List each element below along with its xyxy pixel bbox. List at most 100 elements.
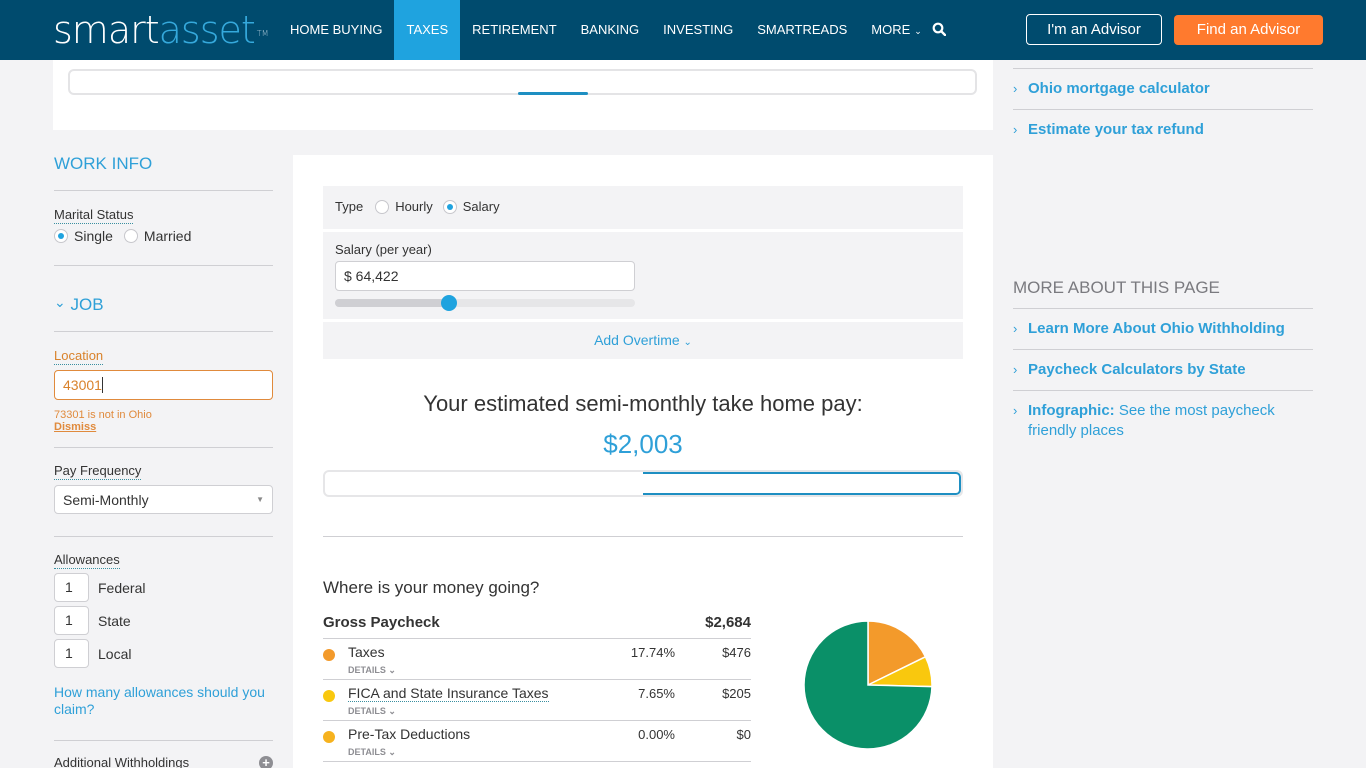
details-toggle[interactable]: DETAILS ⌄ xyxy=(348,706,396,717)
ohio-withholding-link[interactable]: › Learn More About Ohio Withholding xyxy=(1013,319,1313,339)
radio-single[interactable] xyxy=(54,229,68,243)
radio-hourly[interactable] xyxy=(375,199,390,214)
salary-label: Salary (per year) xyxy=(335,242,432,257)
overtime-panel: Add Overtime ⌄ xyxy=(323,322,963,359)
federal-allowance-label: Federal xyxy=(98,579,146,596)
marital-status-label: Marital Status xyxy=(54,207,134,224)
nav-smartreads[interactable]: SmartReads xyxy=(745,0,859,60)
chevron-down-icon: ⌄ xyxy=(388,747,396,757)
salary-value: $ 64,422 xyxy=(344,268,399,284)
local-allowance-input[interactable]: 1 xyxy=(54,639,89,668)
salary-panel: Salary (per year) $ 64,422 xyxy=(323,232,963,319)
chevron-down-icon: ⌄ xyxy=(388,665,396,675)
link-label: Ohio mortgage calculator xyxy=(1028,80,1210,97)
chevron-down-icon: ⌄ xyxy=(914,26,922,36)
allowances-label: Allowances xyxy=(54,552,120,569)
legend-dot-pretax xyxy=(323,731,335,743)
smartasset-logo[interactable]: smartasset TM xyxy=(53,8,269,52)
infographic-link[interactable]: › Infographic: See the most paycheck fri… xyxy=(1013,401,1313,441)
pay-frequency-label: Pay Frequency xyxy=(54,463,142,480)
nav-label: More xyxy=(871,22,911,37)
federal-allowance-input[interactable]: 1 xyxy=(54,573,89,602)
radio-single-label: Single xyxy=(74,228,113,244)
nav-taxes[interactable]: Taxes xyxy=(394,0,461,60)
divider xyxy=(1013,109,1313,110)
row-name: Pre-Tax Deductions xyxy=(348,726,471,742)
tax-refund-link[interactable]: › Estimate your tax refund xyxy=(1013,120,1313,140)
legend-dot-taxes xyxy=(323,649,335,661)
plus-circle-icon[interactable]: + xyxy=(259,756,273,768)
chevron-right-icon: › xyxy=(1013,122,1018,137)
nav-investing[interactable]: Investing xyxy=(651,0,745,60)
divider xyxy=(1013,68,1313,69)
location-input[interactable]: 43001 xyxy=(54,370,273,400)
divider xyxy=(54,740,273,741)
state-allowance-input[interactable]: 1 xyxy=(54,606,89,635)
nav-home-buying[interactable]: Home Buying xyxy=(278,0,394,60)
nav-label: Home Buying xyxy=(290,22,383,37)
take-home-progress-fill xyxy=(643,472,961,495)
divider xyxy=(54,331,273,332)
pay-frequency-value: Semi-Monthly xyxy=(63,491,149,508)
nav-label: Retirement xyxy=(472,22,557,37)
paycheck-by-state-link[interactable]: › Paycheck Calculators by State xyxy=(1013,360,1313,380)
state-allowance-label: State xyxy=(98,612,131,629)
paycheck-pie-chart xyxy=(803,620,933,750)
nav-retirement[interactable]: Retirement xyxy=(460,0,569,60)
marital-status-radio-group: Single Married xyxy=(54,228,273,244)
nav-more[interactable]: More ⌄ xyxy=(859,0,934,60)
divider xyxy=(54,536,273,537)
job-title: JOB xyxy=(70,295,104,314)
chevron-right-icon: › xyxy=(1013,321,1018,336)
add-overtime-link[interactable]: Add Overtime ⌄ xyxy=(323,322,963,361)
location-value: 43001 xyxy=(63,377,102,393)
more-about-title: MORE ABOUT THIS PAGE xyxy=(1013,278,1220,297)
row-name: FICA and State Insurance Taxes xyxy=(348,685,549,702)
location-error: 73301 is not in Ohio xyxy=(54,409,152,421)
nav-label: SmartReads xyxy=(757,22,848,37)
details-toggle[interactable]: DETAILS ⌄ xyxy=(348,747,396,758)
paycheck-breakdown-table: Gross Paycheck $2,684 Taxes 17.74% $476 … xyxy=(323,611,751,762)
im-an-advisor-button[interactable]: I'm an Advisor xyxy=(1026,14,1162,45)
nav-label: Investing xyxy=(663,22,734,37)
gross-paycheck-amount: $2,684 xyxy=(705,614,751,631)
radio-married[interactable] xyxy=(123,229,138,243)
infographic-bold: Infographic: xyxy=(1028,402,1115,419)
breakdown-row-taxes: Taxes 17.74% $476 DETAILS ⌄ xyxy=(323,639,751,680)
ohio-mortgage-link[interactable]: › Ohio mortgage calculator xyxy=(1013,79,1313,99)
location-label: Location xyxy=(54,348,104,365)
take-home-progress-bar xyxy=(323,470,963,497)
salary-input[interactable]: $ 64,422 xyxy=(335,261,635,291)
logo-trademark: TM xyxy=(256,29,269,38)
divider xyxy=(54,265,273,266)
allowance-row-federal: 1 Federal xyxy=(54,573,273,602)
work-info-title: WORK INFO xyxy=(54,154,153,173)
logo-asset: asset xyxy=(158,8,256,52)
logo-smart: smart xyxy=(53,8,160,52)
allowances-help-link[interactable]: How many allowances should you claim? xyxy=(54,684,273,718)
additional-withholdings-row[interactable]: Additional Withholdings + xyxy=(54,755,273,768)
local-allowance-label: Local xyxy=(98,645,132,662)
pay-frequency-select[interactable]: Semi-Monthly ▼ xyxy=(54,485,273,514)
link-label: Estimate your tax refund xyxy=(1028,121,1204,138)
salary-slider-handle[interactable] xyxy=(441,295,457,311)
nav-banking[interactable]: Banking xyxy=(569,0,652,60)
dropdown-arrow-icon: ▼ xyxy=(256,495,264,504)
details-label: DETAILS xyxy=(348,747,386,757)
chevron-down-icon: ⌄ xyxy=(683,337,692,348)
chevron-right-icon: › xyxy=(1013,403,1018,418)
legend-dot-fica xyxy=(323,690,335,702)
dismiss-link[interactable]: Dismiss xyxy=(54,421,96,433)
salary-slider[interactable] xyxy=(335,295,635,311)
details-label: DETAILS xyxy=(348,706,386,716)
search-icon[interactable] xyxy=(932,22,946,36)
find-an-advisor-button[interactable]: Find an Advisor xyxy=(1174,15,1323,45)
text-cursor xyxy=(101,377,103,393)
divider xyxy=(323,536,963,537)
details-toggle[interactable]: DETAILS ⌄ xyxy=(348,665,396,676)
divider xyxy=(1013,349,1313,350)
job-section-toggle[interactable]: ⌄ JOB xyxy=(54,294,273,315)
radio-salary[interactable] xyxy=(442,199,457,214)
divider xyxy=(54,447,273,448)
divider xyxy=(54,190,273,191)
